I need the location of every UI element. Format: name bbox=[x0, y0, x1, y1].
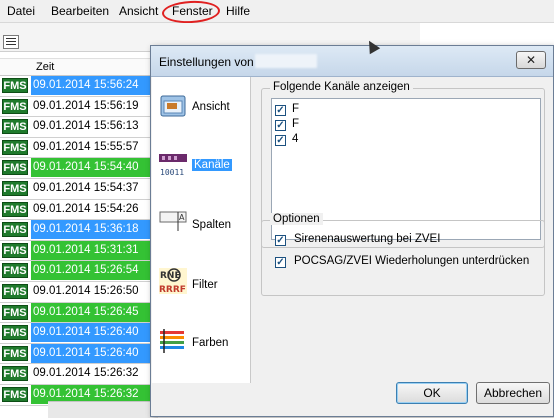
fms-badge: FMS bbox=[2, 366, 28, 382]
column-header[interactable]: Zeit bbox=[0, 58, 155, 76]
row-timestamp: 09.01.2014 15:26:40 bbox=[31, 323, 155, 343]
table-row[interactable]: FMS 09.01.2014 15:36:18 bbox=[0, 220, 155, 241]
nav-item-spalten[interactable]: A Spalten bbox=[152, 207, 250, 257]
horizontal-scrollbar[interactable] bbox=[48, 401, 158, 418]
suppress-repeats-label: POCSAG/ZVEI Wiederholungen unterdrücken bbox=[294, 255, 530, 267]
settings-nav: Ansicht 10011 Kanäle A Spalten RNE RRRF … bbox=[152, 77, 251, 383]
nav-item-kanaele[interactable]: 10011 Kanäle bbox=[152, 149, 250, 199]
table-row[interactable]: FMS 09.01.2014 15:26:54 bbox=[0, 261, 155, 282]
filter-icon: RNE RRRF bbox=[159, 268, 187, 295]
fms-badge: FMS bbox=[2, 139, 28, 155]
row-timestamp: 09.01.2014 15:54:40 bbox=[31, 158, 155, 178]
nav-item-filter[interactable]: RNE RRRF Filter bbox=[152, 267, 250, 317]
column-header-zeit: Zeit bbox=[36, 61, 55, 73]
channel-3-label: 4 bbox=[292, 133, 299, 145]
table-row[interactable]: FMS 09.01.2014 15:54:26 bbox=[0, 199, 155, 221]
channel-2-checkbox[interactable]: ✓ bbox=[275, 120, 286, 131]
blurred-title-part bbox=[255, 54, 317, 68]
fms-badge: FMS bbox=[2, 345, 28, 361]
table-row[interactable]: FMS 09.01.2014 15:55:57 bbox=[0, 137, 155, 159]
log-rows: FMS 09.01.2014 15:56:24 FMS 09.01.2014 15:5… bbox=[0, 76, 155, 406]
fms-badge: FMS bbox=[2, 263, 28, 279]
table-row[interactable]: FMS 09.01.2014 15:56:19 bbox=[0, 96, 155, 118]
fms-badge: FMS bbox=[2, 283, 28, 299]
table-row[interactable]: FMS 09.01.2014 15:26:45 bbox=[0, 302, 155, 324]
settings-dialog: Einstellungen von ✕ Ansicht 10011 Kanäle bbox=[150, 45, 554, 417]
table-row[interactable]: FMS 09.01.2014 15:56:13 bbox=[0, 117, 155, 138]
channel-2-label: F bbox=[292, 118, 300, 130]
cancel-button[interactable]: Abbrechen bbox=[476, 382, 550, 404]
menu-ansicht[interactable]: Ansicht bbox=[119, 4, 158, 18]
fms-badge: FMS bbox=[2, 325, 28, 341]
table-row[interactable]: FMS 09.01.2014 15:26:40 bbox=[0, 323, 155, 344]
fms-badge: FMS bbox=[2, 222, 28, 238]
row-timestamp: 09.01.2014 15:55:57 bbox=[31, 137, 155, 157]
svg-text:A: A bbox=[179, 213, 185, 222]
dialog-titlebar[interactable]: Einstellungen von ✕ bbox=[151, 46, 553, 77]
menu-bearbeiten[interactable]: Bearbeiten bbox=[51, 4, 109, 18]
redacted-channel-names bbox=[304, 103, 404, 147]
row-timestamp: 09.01.2014 15:56:13 bbox=[31, 117, 155, 137]
table-row[interactable]: FMS 09.01.2014 15:26:50 bbox=[0, 281, 155, 303]
list-view-button[interactable] bbox=[3, 35, 19, 49]
row-timestamp: 09.01.2014 15:36:18 bbox=[31, 220, 155, 240]
channels-icon: 10011 bbox=[159, 154, 187, 177]
row-timestamp: 09.01.2014 15:31:31 bbox=[31, 240, 155, 260]
fms-badge: FMS bbox=[2, 98, 28, 114]
fms-badge: FMS bbox=[2, 180, 28, 196]
siren-label: Sirenenauswertung bei ZVEI bbox=[294, 233, 441, 245]
row-timestamp: 09.01.2014 15:26:40 bbox=[31, 343, 155, 363]
fms-badge: FMS bbox=[2, 304, 28, 320]
row-timestamp: 09.01.2014 15:26:45 bbox=[31, 302, 155, 322]
fms-badge: FMS bbox=[2, 160, 28, 176]
nav-item-ansicht[interactable]: Ansicht bbox=[152, 89, 250, 139]
row-timestamp: 09.01.2014 15:26:50 bbox=[31, 281, 155, 301]
table-row[interactable]: FMS 09.01.2014 15:54:37 bbox=[0, 178, 155, 200]
svg-text:RRRF: RRRF bbox=[159, 285, 186, 295]
nav-label-kanaele: Kanäle bbox=[192, 159, 232, 171]
close-button[interactable]: ✕ bbox=[516, 51, 546, 69]
row-timestamp: 09.01.2014 15:54:26 bbox=[31, 199, 155, 219]
row-timestamp: 09.01.2014 15:56:19 bbox=[31, 96, 155, 116]
colors-icon bbox=[160, 329, 184, 353]
menu-datei[interactable]: Datei bbox=[7, 4, 35, 18]
fms-badge: FMS bbox=[2, 119, 28, 135]
red-highlight-circle bbox=[161, 0, 221, 25]
window-icon bbox=[160, 95, 186, 117]
row-timestamp: 09.01.2014 15:56:24 bbox=[31, 76, 155, 95]
menu-hilfe[interactable]: Hilfe bbox=[226, 4, 250, 18]
table-row[interactable]: FMS 09.01.2014 15:26:40 bbox=[0, 343, 155, 365]
nav-label-ansicht: Ansicht bbox=[192, 101, 230, 113]
row-timestamp: 09.01.2014 15:54:37 bbox=[31, 178, 155, 198]
table-row[interactable]: FMS 09.01.2014 15:56:24 bbox=[0, 76, 155, 97]
channels-group-title: Folgende Kanäle anzeigen bbox=[270, 81, 413, 93]
fms-badge: FMS bbox=[2, 78, 28, 93]
ok-button[interactable]: OK bbox=[396, 382, 468, 404]
nav-item-farben[interactable]: Farben bbox=[152, 325, 250, 375]
suppress-repeats-checkbox[interactable]: ✓ bbox=[275, 257, 286, 268]
fms-badge: FMS bbox=[2, 242, 28, 258]
nav-label-farben: Farben bbox=[192, 337, 229, 349]
fms-badge: FMS bbox=[2, 201, 28, 217]
table-row[interactable]: FMS 09.01.2014 15:54:40 bbox=[0, 158, 155, 179]
channel-1-checkbox[interactable]: ✓ bbox=[275, 105, 286, 116]
row-timestamp: 09.01.2014 15:26:32 bbox=[31, 364, 155, 384]
fms-badge: FMS bbox=[2, 386, 28, 402]
menu-bar: Datei Bearbeiten Ansicht Fenster Hilfe bbox=[0, 0, 554, 25]
columns-icon: A bbox=[159, 211, 187, 231]
dialog-title: Einstellungen von bbox=[159, 55, 254, 69]
channel-1-label: F bbox=[292, 103, 300, 115]
nav-label-spalten: Spalten bbox=[192, 219, 232, 231]
svg-text:10011: 10011 bbox=[160, 168, 184, 177]
row-timestamp: 09.01.2014 15:26:54 bbox=[31, 261, 155, 281]
siren-checkbox[interactable]: ✓ bbox=[275, 235, 286, 246]
nav-label-filter: Filter bbox=[192, 279, 218, 291]
table-row[interactable]: FMS 09.01.2014 15:26:32 bbox=[0, 364, 155, 385]
channel-3-checkbox[interactable]: ✓ bbox=[275, 135, 286, 146]
options-group-title: Optionen bbox=[270, 213, 323, 225]
table-row[interactable]: FMS 09.01.2014 15:31:31 bbox=[0, 240, 155, 262]
